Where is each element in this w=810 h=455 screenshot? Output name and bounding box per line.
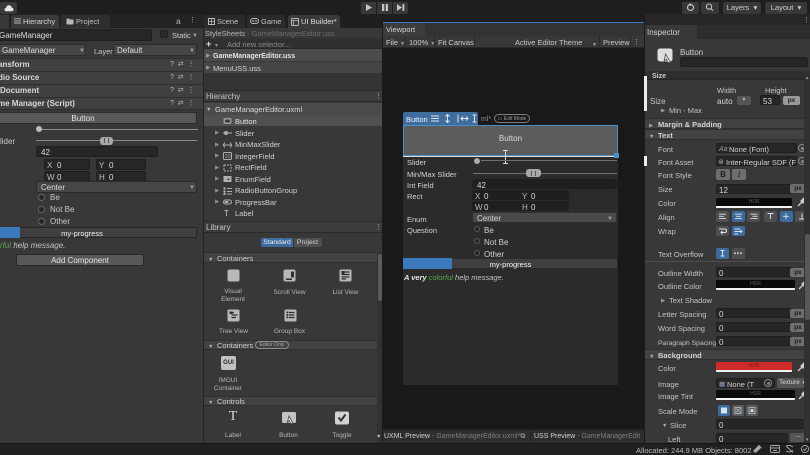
svg-text:10: 10: [225, 154, 231, 160]
